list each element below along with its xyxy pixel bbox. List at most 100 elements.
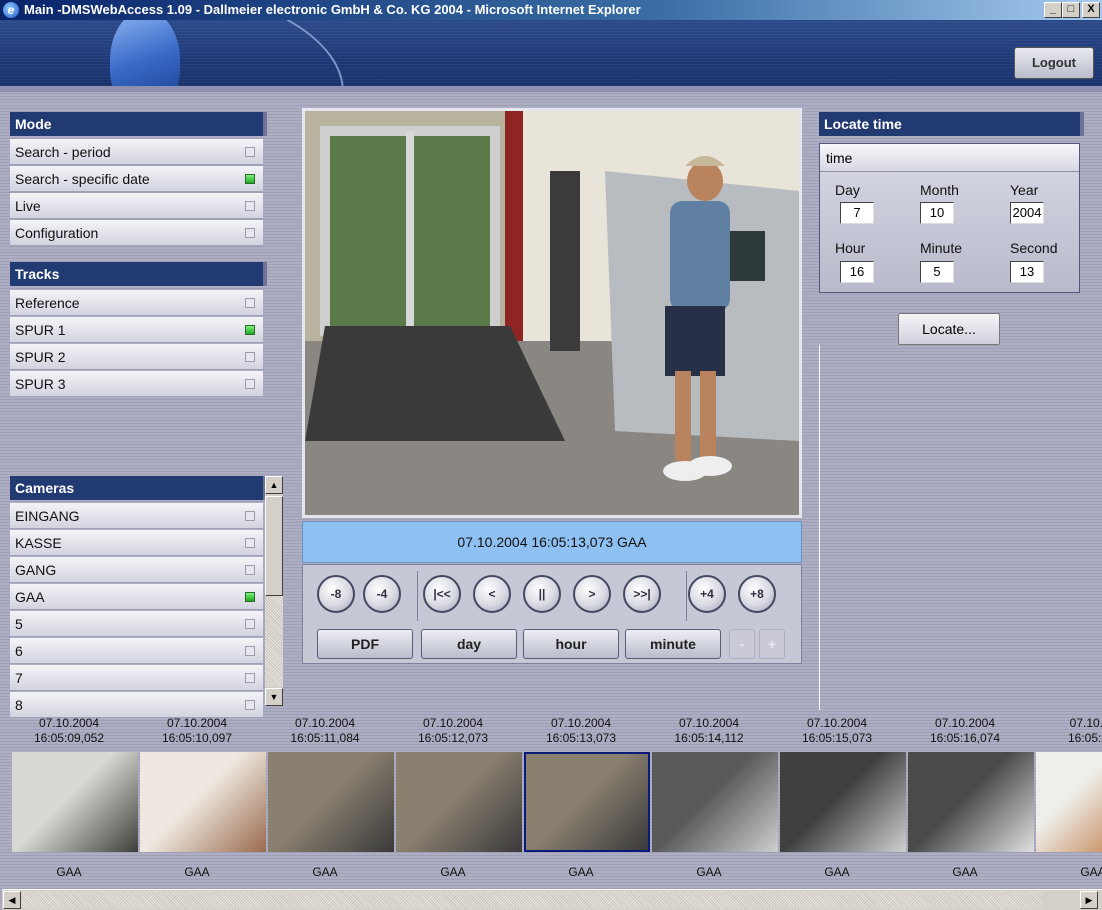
day-step-button[interactable]: day bbox=[421, 629, 517, 659]
hour-input[interactable]: 16 bbox=[840, 261, 874, 283]
logout-button[interactable]: Logout bbox=[1014, 47, 1094, 79]
minimize-button[interactable]: _ bbox=[1044, 2, 1062, 18]
mode-item[interactable]: Live bbox=[10, 193, 263, 219]
back-8-button[interactable]: -8 bbox=[317, 575, 355, 613]
camera-item-label: 6 bbox=[15, 643, 23, 659]
atm-camera-image bbox=[305, 111, 799, 515]
play-button[interactable]: > bbox=[573, 575, 611, 613]
track-item-label: SPUR 1 bbox=[15, 322, 66, 338]
playback-controls: -8 -4 |<< < || > >>| +4 +8 PDF day hour minute -… bbox=[302, 564, 802, 664]
hour-step-button[interactable]: hour bbox=[523, 629, 619, 659]
thumbnail-time: 16:05:10,097 bbox=[161, 731, 233, 745]
thumbnail-time: 16:05:12,073 bbox=[417, 731, 489, 745]
thumbnail-date: 07.10.2004 bbox=[166, 716, 228, 730]
thumbnail-image[interactable] bbox=[1036, 752, 1102, 852]
locate-button[interactable]: Locate... bbox=[898, 313, 1000, 345]
camera-item[interactable]: 5 bbox=[10, 611, 263, 637]
forward-4-button[interactable]: +4 bbox=[688, 575, 726, 613]
thumbnail-image[interactable] bbox=[780, 752, 906, 852]
thumbnail-date: 07.10.2004 bbox=[422, 716, 484, 730]
live-video-frame[interactable] bbox=[302, 108, 802, 518]
camera-item[interactable]: EINGANG bbox=[10, 503, 263, 529]
checkbox-icon[interactable] bbox=[245, 298, 255, 308]
checkbox-icon[interactable] bbox=[245, 592, 255, 602]
thumbnail-camera-label: GAA bbox=[440, 865, 466, 879]
maximize-button[interactable]: □ bbox=[1062, 2, 1080, 18]
camera-item-label: GAA bbox=[15, 589, 45, 605]
last-frame-button[interactable]: >>| bbox=[623, 575, 661, 613]
checkbox-icon[interactable] bbox=[245, 619, 255, 629]
mode-item-label: Search - period bbox=[15, 144, 111, 160]
step-back-button[interactable]: < bbox=[473, 575, 511, 613]
year-input[interactable]: 2004 bbox=[1010, 202, 1044, 224]
camera-item[interactable]: GANG bbox=[10, 557, 263, 583]
checkbox-icon[interactable] bbox=[245, 700, 255, 710]
camera-item-label: 7 bbox=[15, 670, 23, 686]
track-item[interactable]: Reference bbox=[10, 290, 263, 316]
checkbox-icon[interactable] bbox=[245, 325, 255, 335]
track-item-label: SPUR 2 bbox=[15, 349, 66, 365]
checkbox-icon[interactable] bbox=[245, 565, 255, 575]
thumbnail-date: 07.10.2004 bbox=[806, 716, 868, 730]
thumbnail-camera-label: GAA bbox=[952, 865, 978, 879]
month-input[interactable]: 10 bbox=[920, 202, 954, 224]
checkbox-icon[interactable] bbox=[245, 147, 255, 157]
checkbox-icon[interactable] bbox=[245, 538, 255, 548]
second-input[interactable]: 13 bbox=[1010, 261, 1044, 283]
checkbox-icon[interactable] bbox=[245, 201, 255, 211]
back-4-button[interactable]: -4 bbox=[363, 575, 401, 613]
camera-item[interactable]: KASSE bbox=[10, 530, 263, 556]
track-item[interactable]: SPUR 2 bbox=[10, 344, 263, 370]
thumbnail-image[interactable] bbox=[652, 752, 778, 852]
thumbnail-image[interactable] bbox=[12, 752, 138, 852]
checkbox-icon[interactable] bbox=[245, 511, 255, 521]
tracks-panel-title: Tracks bbox=[10, 262, 267, 286]
pdf-export-button[interactable]: PDF bbox=[317, 629, 413, 659]
plus-button[interactable]: + bbox=[759, 629, 785, 659]
thumbnail-image[interactable] bbox=[396, 752, 522, 852]
scroll-up-icon[interactable]: ▲ bbox=[265, 476, 283, 494]
minute-step-button[interactable]: minute bbox=[625, 629, 721, 659]
checkbox-icon[interactable] bbox=[245, 379, 255, 389]
day-input[interactable]: 7 bbox=[840, 202, 874, 224]
locate-subtitle: time bbox=[820, 144, 1079, 172]
scroll-left-icon[interactable]: ◀ bbox=[3, 891, 21, 909]
track-item[interactable]: SPUR 3 bbox=[10, 371, 263, 397]
horizontal-scrollbar[interactable]: ◀ ▶ bbox=[2, 889, 1102, 910]
hour-label: Hour bbox=[835, 240, 866, 256]
track-item[interactable]: SPUR 1 bbox=[10, 317, 263, 343]
cameras-scrollbar[interactable]: ▲ ▼ bbox=[265, 476, 283, 706]
camera-item[interactable]: 6 bbox=[10, 638, 263, 664]
thumbnail-date: 07.10.2004 bbox=[550, 716, 612, 730]
camera-item[interactable]: 7 bbox=[10, 665, 263, 691]
header-banner bbox=[0, 20, 1102, 92]
first-frame-button[interactable]: |<< bbox=[423, 575, 461, 613]
internet-explorer-icon: e bbox=[3, 2, 19, 18]
camera-item[interactable]: 8 bbox=[10, 692, 263, 718]
thumbnail-image[interactable] bbox=[140, 752, 266, 852]
dallmeier-logo-icon bbox=[110, 20, 180, 92]
checkbox-icon[interactable] bbox=[245, 646, 255, 656]
minus-button[interactable]: - bbox=[729, 629, 755, 659]
mode-item-label: Search - specific date bbox=[15, 171, 150, 187]
thumbnail-date: 07.10.20 bbox=[1069, 716, 1102, 730]
scroll-down-icon[interactable]: ▼ bbox=[265, 688, 283, 706]
camera-item[interactable]: GAA bbox=[10, 584, 263, 610]
checkbox-icon[interactable] bbox=[245, 228, 255, 238]
mode-item[interactable]: Configuration bbox=[10, 220, 263, 246]
scroll-right-icon[interactable]: ▶ bbox=[1080, 891, 1098, 909]
thumbnail-image[interactable] bbox=[908, 752, 1034, 852]
close-button[interactable]: X bbox=[1082, 2, 1100, 18]
mode-item[interactable]: Search - specific date bbox=[10, 166, 263, 192]
checkbox-icon[interactable] bbox=[245, 673, 255, 683]
checkbox-icon[interactable] bbox=[245, 174, 255, 184]
mode-item[interactable]: Search - period bbox=[10, 139, 263, 165]
pause-button[interactable]: || bbox=[523, 575, 561, 613]
thumbnail-image[interactable] bbox=[268, 752, 394, 852]
checkbox-icon[interactable] bbox=[245, 352, 255, 362]
thumbnail-image[interactable] bbox=[524, 752, 650, 852]
scrollbar-thumb[interactable] bbox=[265, 496, 283, 596]
track-item-label: Reference bbox=[15, 295, 80, 311]
minute-input[interactable]: 5 bbox=[920, 261, 954, 283]
forward-8-button[interactable]: +8 bbox=[738, 575, 776, 613]
